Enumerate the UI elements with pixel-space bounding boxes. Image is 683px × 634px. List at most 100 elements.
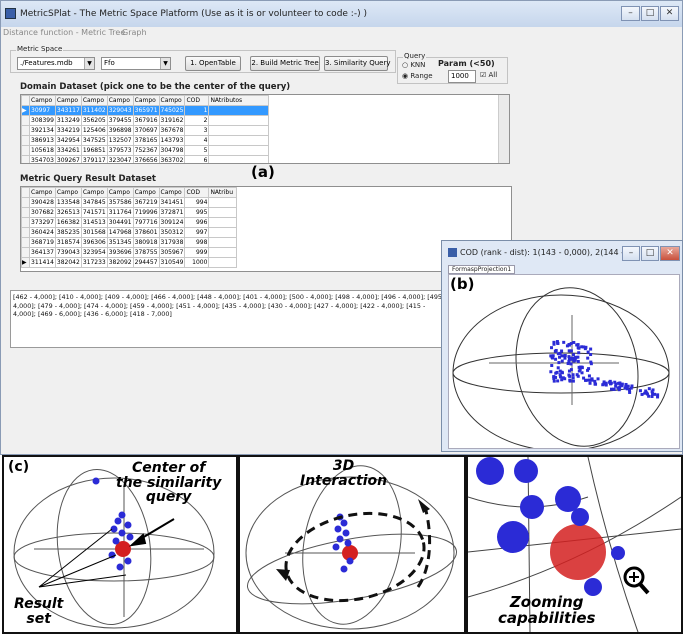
table-cell: 341451 (158, 197, 186, 208)
column-header[interactable]: Campo (80, 187, 108, 198)
table-row[interactable]: 392134 334219 125406 396898 370697 36767… (21, 125, 270, 136)
table-cell: 379573 (106, 145, 134, 156)
table-row[interactable]: 354703 309267 379117 323047 376656 36370… (21, 155, 270, 164)
data-point (577, 351, 581, 355)
data-point (340, 565, 348, 573)
data-point (630, 384, 634, 388)
table-cell: 334261 (54, 145, 82, 156)
projection-canvas[interactable] (448, 274, 680, 449)
window-title: MetricSPlat - The Metric Space Platform … (20, 9, 367, 19)
data-point (593, 382, 597, 386)
table-row[interactable]: ▶ 311414 382042 317233 382092 294457 310… (21, 257, 238, 268)
domain-scrollbar[interactable] (498, 95, 509, 163)
data-point (497, 521, 529, 553)
table-row[interactable]: 368719 318574 396306 351345 380918 31793… (21, 237, 238, 248)
all-checkbox[interactable]: ☑ All (480, 71, 497, 79)
column-header[interactable]: Campo (158, 187, 186, 198)
column-header[interactable]: NAtribu (208, 187, 238, 198)
menu-distance-function[interactable]: Distance function - Metric Tree (3, 28, 125, 37)
minimize-icon[interactable]: – (621, 6, 640, 21)
knn-radio[interactable]: ○ KNN (402, 61, 425, 69)
maximize-icon[interactable]: □ (641, 6, 659, 21)
data-point (586, 356, 590, 360)
result-text-output[interactable]: [462 - 4,000]; [410 - 4,000]; [409 - 4,0… (10, 290, 450, 348)
close-icon[interactable]: ✕ (660, 246, 680, 261)
tab-projection[interactable]: FormaspProjection1 (448, 265, 516, 274)
column-header[interactable]: Campo (29, 95, 56, 106)
param-input[interactable]: 1000 (448, 70, 476, 83)
column-header[interactable]: Campo (132, 187, 160, 198)
data-point (126, 533, 134, 541)
table-row[interactable]: 307682 326513 741571 311764 719996 37287… (21, 207, 238, 218)
open-table-button[interactable]: 1. OpenTable (185, 56, 241, 71)
data-point (580, 371, 584, 375)
table-combo[interactable]: Ffo ▼ (101, 57, 171, 70)
data-point (124, 521, 132, 529)
close-icon[interactable]: ✕ (660, 6, 679, 21)
column-header[interactable]: NAtributos (208, 95, 270, 106)
table-cell: 386913 (29, 135, 56, 146)
column-header[interactable]: Campo (54, 187, 82, 198)
table-row[interactable]: ▶ 30997 343117 311402 329043 365971 7450… (21, 105, 270, 116)
label-a: (a) (251, 163, 275, 181)
table-cell (208, 135, 270, 146)
table-row[interactable]: 364137 739043 323954 393696 378755 30596… (21, 247, 238, 258)
data-point (558, 373, 562, 377)
table-cell: 294457 (132, 257, 160, 268)
similarity-query-button[interactable]: 3. Similarity Query (324, 56, 391, 71)
table-cell: 370697 (132, 125, 160, 136)
maximize-icon[interactable]: □ (641, 246, 659, 261)
column-header[interactable]: Campo (132, 95, 160, 106)
table-row[interactable]: 105618 334261 196851 379573 752367 30479… (21, 145, 270, 156)
table-cell (208, 125, 270, 136)
table-cell (208, 197, 238, 208)
column-header[interactable]: Campo (106, 187, 134, 198)
table-cell: 378165 (132, 135, 160, 146)
data-point (588, 381, 592, 385)
table-cell: 309124 (158, 217, 186, 228)
range-radio[interactable]: ◉ Range (402, 72, 433, 80)
knn-label: KNN (410, 61, 426, 69)
param-label: Param (<50) (438, 59, 495, 68)
column-header[interactable]: Campo (80, 95, 108, 106)
table-cell: 1 (184, 105, 210, 116)
row-indicator (21, 237, 30, 248)
chevron-down-icon: ▼ (84, 58, 94, 69)
column-header[interactable]: Campo (106, 95, 134, 106)
column-header[interactable]: Campo (158, 95, 186, 106)
data-point (568, 379, 572, 383)
data-point (340, 519, 348, 527)
build-tree-button[interactable]: 2. Build Metric Tree (250, 56, 320, 71)
table-row[interactable]: 373297 166382 314513 304491 797716 30912… (21, 217, 238, 228)
data-point (626, 384, 630, 388)
result-header-row: Campo Campo Campo Campo Campo Campo COD … (21, 187, 238, 198)
result-title: Metric Query Result Dataset (20, 174, 156, 184)
interaction-line-1: 3D (332, 458, 355, 474)
table-row[interactable]: 308399 313249 356205 379455 367916 31916… (21, 115, 270, 126)
data-point (336, 535, 344, 543)
menu-graph[interactable]: Graph (122, 28, 147, 37)
data-point (514, 459, 538, 483)
result-grid[interactable]: Campo Campo Campo Campo Campo Campo COD … (20, 186, 512, 272)
zoom-in-icon[interactable] (623, 566, 650, 595)
column-header[interactable]: Campo (54, 95, 82, 106)
table-cell: 393696 (106, 247, 134, 258)
row-indicator-header (21, 95, 30, 106)
column-header[interactable]: Campo (29, 187, 56, 198)
minimize-icon[interactable]: – (622, 246, 640, 261)
table-row[interactable]: 386913 342954 347525 132507 378165 14379… (21, 135, 270, 146)
table-cell: 319162 (158, 115, 186, 126)
zoomed-points (476, 457, 625, 596)
table-row[interactable]: 390428 133548 347845 357586 367219 34145… (21, 197, 238, 208)
file-combo[interactable]: ./Features.mdb ▼ (17, 57, 95, 70)
table-cell: 354703 (29, 155, 56, 164)
data-point (556, 379, 560, 383)
data-point (554, 371, 558, 375)
domain-grid[interactable]: Campo Campo Campo Campo Campo Campo COD … (20, 94, 510, 164)
table-cell: 351345 (106, 237, 134, 248)
column-header[interactable]: COD (184, 187, 210, 198)
column-header[interactable]: COD (184, 95, 210, 106)
data-point (609, 382, 613, 386)
table-cell: 994 (184, 197, 210, 208)
table-row[interactable]: 360424 385235 301568 147968 378601 35031… (21, 227, 238, 238)
